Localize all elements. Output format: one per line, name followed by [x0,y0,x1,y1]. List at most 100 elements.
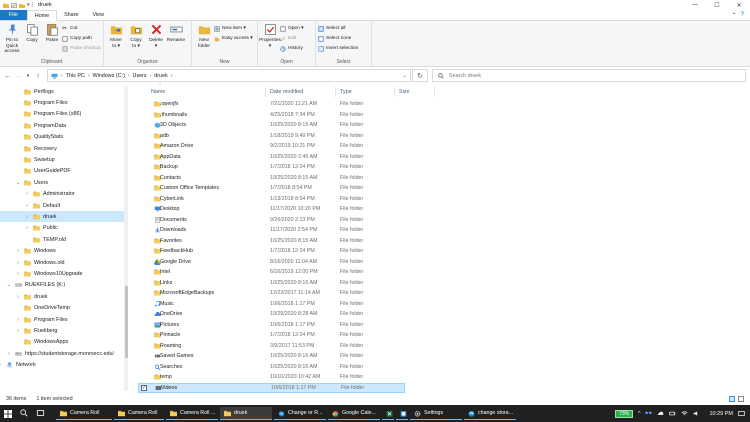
rename-button[interactable]: Rename [166,23,186,44]
taskbar-button[interactable]: change stora... [464,407,516,420]
nav-item[interactable]: UserGuidePDF [0,166,124,177]
nav-item[interactable]: Program Files [0,97,124,108]
file-row[interactable]: Searches 10/25/2020 8:16 AM File folder [138,362,405,373]
taskbar-button[interactable]: druek [220,407,272,420]
file-row[interactable]: Saved Games 10/25/2020 8:16 AM File folder [138,351,405,362]
tab-home[interactable]: Home [26,10,58,21]
nav-item[interactable]: › Network [0,360,124,371]
taskbar-button[interactable]: Camera Roll ... [166,407,218,420]
nav-item[interactable]: TEMP.old [0,234,124,245]
battery-badge[interactable]: 73% [615,409,634,418]
nav-item[interactable]: › Windows10Upgrade [0,268,124,279]
address-dropdown-icon[interactable]: ⌄ [402,73,407,79]
tab-share[interactable]: Share [57,10,85,20]
breadcrumb-windows-c[interactable]: Windows (C:) [93,73,125,79]
column-divider[interactable] [394,87,395,97]
details-view-icon[interactable] [729,396,735,402]
file-row[interactable]: CyberLink 1/13/2018 8:54 PM File folder [138,194,405,205]
edit-button[interactable]: Edit [280,34,303,43]
file-row[interactable]: MicrosoftEdgeBackups 12/23/2017 11:14 AM F… [138,288,405,299]
dropbox-icon[interactable] [645,410,653,417]
tab-file[interactable]: File [0,10,27,20]
copy-to-button[interactable]: Copy to ▾ [126,23,146,49]
nav-item[interactable]: › Ruekberg [0,325,124,336]
properties-icon[interactable] [11,2,17,8]
file-row[interactable]: Desktop 11/17/2020 10:20 PM File folder [138,204,405,215]
file-row[interactable]: Favorites 10/25/2020 8:15 AM File folder [138,236,405,247]
file-row[interactable]: Documents 9/26/2020 2:13 PM File folder [138,215,405,226]
file-row[interactable]: Amazon Drive 9/2/2019 10:21 PM File folder [138,141,405,152]
nav-item[interactable]: › druek [0,211,124,223]
file-row[interactable]: Music 10/6/2018 1:17 PM File folder [138,299,405,310]
file-row[interactable]: AppData 10/25/2020 2:45 AM File folder [138,152,405,163]
expand-chevron-icon[interactable]: › [0,362,3,368]
task-view-icon[interactable] [36,409,45,419]
easy-access-button[interactable]: Easy access ▾ [214,34,253,43]
collapse-chevron-icon[interactable]: ⌄ [6,282,12,288]
breadcrumb-druek[interactable]: druek [154,73,168,79]
nav-item[interactable]: › Administrator [0,189,124,200]
search-box[interactable] [432,69,746,82]
nav-item[interactable]: ⌄ Users [0,177,124,188]
nav-item[interactable]: Recovery [0,143,124,154]
file-row[interactable]: adb 1/18/2019 9:49 PM File folder [138,131,405,142]
nav-item[interactable]: WindowsApps [0,337,124,348]
column-date-modified[interactable]: Date modified [270,89,303,95]
volume-icon[interactable] [693,410,700,417]
copy-button[interactable]: Copy [22,23,42,44]
new-folder-button[interactable]: New folder [194,23,214,49]
battery-icon[interactable] [669,410,676,417]
maximize-button[interactable]: ☐ [706,0,728,10]
nav-item[interactable]: › Default [0,200,124,211]
taskbar-button[interactable]: Google Cale... [328,407,380,420]
cut-button[interactable]: ✂ Cut [62,24,101,33]
nav-item[interactable]: OneDriveTemp [0,303,124,314]
column-divider[interactable] [265,87,266,97]
collapse-chevron-icon[interactable]: ⌄ [15,180,21,186]
taskbar-button[interactable]: Camera Roll [114,407,164,420]
close-button[interactable]: ✕ [728,0,750,10]
help-icon[interactable]: ? [741,12,744,18]
file-row[interactable]: FeedbackHub 1/7/2018 12:24 PM File folder [138,246,405,257]
taskbar-button[interactable] [396,407,408,420]
clock[interactable]: 10:29 PM [709,411,733,417]
search-taskbar-icon[interactable] [20,409,28,419]
search-input[interactable] [449,72,729,79]
nav-item[interactable]: › Program Files [0,314,124,325]
tray-overflow-icon[interactable]: ^ [638,411,640,417]
navigation-pane-scrollbar[interactable] [124,86,128,391]
expand-chevron-icon[interactable]: › [24,214,30,220]
file-row[interactable]: Downloads 11/17/2020 2:54 PM File folder [138,225,405,236]
onedrive-icon[interactable] [657,410,664,417]
file-row[interactable]: temp 10/10/2020 10:42 AM File folder [138,372,405,383]
file-row[interactable]: .openjfx 7/21/2020 11:21 AM File folder [138,99,405,110]
file-row[interactable]: Pictures 10/6/2018 1:17 PM File folder [138,320,405,331]
column-divider[interactable] [434,87,435,97]
pin-to-quick-access-button[interactable]: Pin to Quick access [2,23,22,55]
file-row[interactable]: Contacts 10/25/2020 8:15 AM File folder [138,173,405,184]
new-folder-icon[interactable] [19,3,25,8]
row-checkbox[interactable]: ✓ [141,384,147,391]
file-row[interactable]: .thumbnails 4/25/2018 7:34 PM File folder [138,110,405,121]
file-row[interactable]: Pinnacle 1/7/2018 12:24 PM File folder [138,330,405,341]
move-to-button[interactable]: Move to ▾ [106,23,126,49]
start-button[interactable] [0,405,16,422]
file-row[interactable]: Backup 1/7/2018 12:24 PM File folder [138,162,405,173]
nav-item[interactable]: › Windows [0,246,124,257]
file-row[interactable]: Roaming 3/9/2017 11:53 PM File folder [138,341,405,352]
taskbar-button[interactable]: Settings [410,407,462,420]
breadcrumb-this-pc[interactable]: This PC [66,73,85,79]
recent-locations-icon[interactable]: ▾ [23,73,33,79]
nav-item[interactable]: Perflogs [0,86,124,97]
nav-item[interactable]: Swsetup [0,154,124,165]
select-all-button[interactable]: Select all [318,24,358,33]
forward-arrow-icon[interactable]: → [13,73,23,80]
large-icons-view-icon[interactable] [738,396,744,402]
refresh-button[interactable]: ↻ [412,69,428,82]
wifi-icon[interactable] [681,410,688,417]
expand-chevron-icon[interactable]: › [15,328,21,334]
nav-item[interactable]: QualityStats [0,132,124,143]
nav-item[interactable]: › Windows.old [0,257,124,268]
taskbar-button[interactable] [382,407,394,420]
nav-item[interactable]: › https://studentstorage.monroecc.edu/ [0,348,124,359]
